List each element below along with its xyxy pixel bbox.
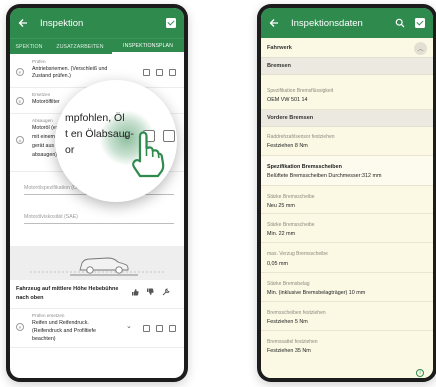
chevron-up-icon[interactable]: ︿ bbox=[414, 42, 427, 55]
data-row: Stärke Bremsscheibe Min. 22 mm bbox=[261, 214, 433, 243]
data-row: Bremssattel festziehen Festziehen 35 Nm bbox=[261, 331, 433, 378]
checkbox[interactable] bbox=[143, 69, 150, 76]
status-dot-icon: A bbox=[16, 136, 24, 144]
page-title: Inspektion bbox=[40, 17, 84, 29]
data-label: Stärke Bremsscheibe bbox=[267, 194, 315, 200]
status-dot-icon: E bbox=[16, 97, 24, 105]
tap-hand-icon bbox=[126, 130, 166, 178]
right-app-bar: Inspektionsdaten bbox=[261, 8, 433, 38]
data-value: 0,05 mm bbox=[267, 261, 288, 267]
data-row: Spezifikation Bremsscheiben Belüftete Br… bbox=[261, 156, 433, 186]
left-app-bar: Inspektion bbox=[10, 8, 184, 38]
data-label: Bremssattel festziehen bbox=[267, 339, 318, 345]
checkbox-checked-icon[interactable] bbox=[164, 16, 178, 30]
checkbox[interactable] bbox=[169, 325, 176, 332]
checkbox[interactable] bbox=[156, 69, 163, 76]
item-text: absaugen). bbox=[32, 152, 59, 158]
group-title: Vordere Bremsen bbox=[267, 115, 314, 121]
data-row: Raddrehzahlsensor festziehen Festziehen … bbox=[261, 127, 433, 156]
group-header: Bremsen bbox=[261, 58, 433, 75]
section-header[interactable]: Fahrwerk ︿ bbox=[261, 38, 433, 58]
item-text: Motorölfilter bbox=[32, 99, 60, 105]
wrench-icon[interactable] bbox=[162, 288, 170, 298]
data-label: Raddrehzahlsensor festziehen bbox=[267, 134, 335, 140]
promo-stage: Inspektion SPEKTION ZUSATZARBEITEN INSPE… bbox=[0, 0, 436, 387]
car-lift-icon bbox=[30, 257, 164, 276]
data-row: Stärke Bremsscheibe Neu 25 mm bbox=[261, 186, 433, 214]
data-value: Festziehen 5 Nm bbox=[267, 319, 308, 325]
data-label: Spezifikation Bremsscheiben bbox=[267, 164, 342, 170]
data-row: Stärke Bremsbelag Min. (inklusive Bremsb… bbox=[261, 273, 433, 302]
data-label: Spezifikation Bremsflüssigkeit bbox=[267, 88, 334, 94]
checkbox-checked-icon[interactable] bbox=[413, 16, 427, 30]
group-title: Bremsen bbox=[267, 63, 291, 69]
data-row: Spezifikation Bremsflüssigkeit OEM VW 50… bbox=[261, 75, 433, 110]
data-label: max. Verzug Bremsscheibe bbox=[267, 251, 328, 257]
data-row: max. Verzug Bremsscheibe 0,05 mm bbox=[261, 243, 433, 273]
data-value: Festziehen 8 Nm bbox=[267, 143, 308, 149]
arrow-left-icon[interactable] bbox=[16, 16, 30, 30]
data-value: Min. 22 mm bbox=[267, 231, 296, 237]
item-category: Prüfen ersetzen bbox=[32, 313, 65, 318]
section-title: Fahrwerk bbox=[267, 45, 292, 51]
data-value: Festziehen 35 Nm bbox=[267, 348, 311, 354]
list-item[interactable]: P Prüfen ersetzen Reifen und Reifendruck… bbox=[10, 308, 184, 348]
item-text: Zustand prüfen.) bbox=[32, 73, 71, 79]
item-category: Ersetzen bbox=[32, 92, 51, 97]
page-title: Inspektionsdaten bbox=[291, 17, 363, 29]
status-dot-icon: P bbox=[16, 323, 24, 331]
car-title-line: nach oben bbox=[16, 295, 44, 301]
group-header: Vordere Bremsen bbox=[261, 110, 433, 127]
tab-bar: SPEKTION ZUSATZARBEITEN INSPEKTIONSPLAN bbox=[10, 38, 184, 54]
car-illustration-panel bbox=[10, 246, 184, 280]
item-category: Absaugen bbox=[32, 118, 53, 123]
data-value: Neu 25 mm bbox=[267, 203, 295, 209]
tab-inspektionsplan[interactable]: INSPEKTIONSPLAN bbox=[112, 39, 184, 54]
chevron-down-icon[interactable]: ⌄ bbox=[126, 322, 132, 330]
tab-zusatzarbeiten[interactable]: ZUSATZARBEITEN bbox=[48, 39, 112, 54]
data-label: Stärke Bremsscheibe bbox=[267, 222, 315, 228]
data-value: Min. (inklusive Bremsbelagträger) 10 mm bbox=[267, 290, 366, 296]
status-dot-icon: P bbox=[16, 68, 24, 76]
oil-viscosity-field[interactable]: Motorölviskosität (SAE) bbox=[24, 214, 174, 224]
item-text: Antriebsriemen. (Verschleiß und bbox=[32, 66, 108, 72]
checkbox[interactable] bbox=[156, 325, 163, 332]
data-label: Stärke Bremsbelag bbox=[267, 281, 310, 287]
data-row: Bremsscheiben festziehen Festziehen 5 Nm bbox=[261, 302, 433, 331]
search-icon[interactable] bbox=[393, 16, 407, 30]
item-text: (Reifendruck and Profiltiefe bbox=[32, 328, 96, 334]
magnified-text: mpfohlen, Öl bbox=[65, 112, 125, 124]
right-phone: Inspektionsdaten Fahrwerk ︿ Bremsen Spez… bbox=[257, 4, 436, 382]
car-title-line: Fahrzeug auf mittlere Höhe Hebebühne bbox=[16, 286, 119, 292]
arrow-left-icon[interactable] bbox=[267, 16, 281, 30]
data-label: Bremsscheiben festziehen bbox=[267, 310, 326, 316]
checkbox[interactable] bbox=[169, 69, 176, 76]
checkbox[interactable] bbox=[143, 325, 150, 332]
right-screen: Inspektionsdaten Fahrwerk ︿ Bremsen Spez… bbox=[261, 8, 433, 378]
thumbs-up-icon[interactable] bbox=[131, 288, 139, 298]
data-value: OEM VW 501 14 bbox=[267, 97, 308, 103]
item-text: Reifen und Reifendruck. bbox=[32, 320, 89, 326]
item-text: beachten) bbox=[32, 336, 56, 342]
data-value: Belüftete Bremsscheiben Durchmesser:312 … bbox=[267, 173, 382, 179]
magnified-text: or bbox=[65, 144, 75, 156]
tab-inspektion[interactable]: SPEKTION bbox=[10, 39, 48, 54]
inspection-data-list[interactable]: Fahrwerk ︿ Bremsen Spezifikation Bremsfl… bbox=[261, 38, 433, 378]
item-category: Prüfen bbox=[32, 59, 46, 64]
thumbs-down-icon[interactable] bbox=[146, 288, 154, 298]
car-section-title: Fahrzeug auf mittlere Höhe Hebebühne nac… bbox=[16, 285, 118, 303]
info-icon[interactable]: i bbox=[416, 369, 424, 377]
